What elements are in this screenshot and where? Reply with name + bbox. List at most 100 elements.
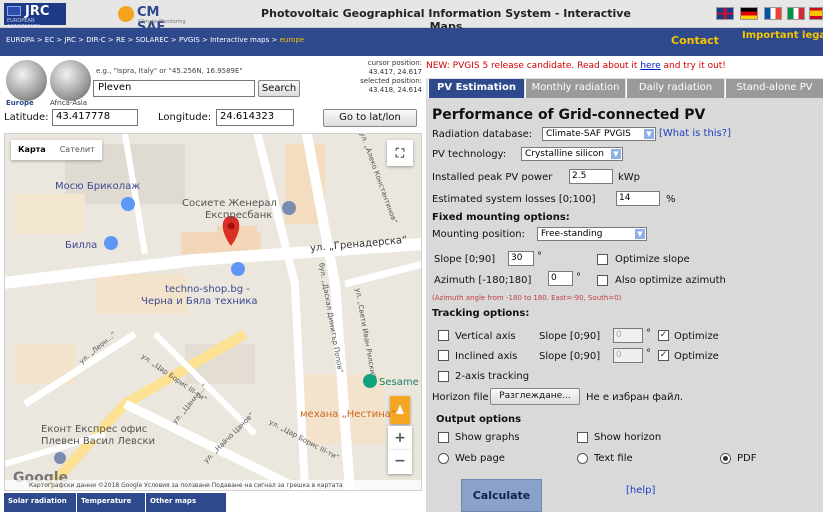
- it-flag-icon[interactable]: [787, 7, 805, 20]
- breadcrumb[interactable]: EUROPA > EC > JRC > DIR-C > RE > SOLAREC…: [6, 36, 304, 44]
- azimuth-input[interactable]: 0: [548, 271, 573, 286]
- europe-link[interactable]: Europe: [6, 99, 34, 107]
- azimuth-label: Azimuth [-180;180]: [434, 275, 532, 286]
- poi-societe-2[interactable]: Експресбанк: [205, 210, 272, 221]
- jrc-logo[interactable]: JRC EUROPEAN COMMISSION: [4, 3, 66, 30]
- poi-mosio[interactable]: Мосю Бриколаж: [55, 181, 140, 192]
- cursor-position-value: 43.417, 24.617: [368, 68, 422, 76]
- search-panel: Europe Africa-Asia e.g., "Ispra, Italy" …: [0, 56, 426, 133]
- pv-tech-select[interactable]: Crystalline silicon ▼: [521, 147, 623, 161]
- place-search-input[interactable]: Pleven: [93, 80, 255, 97]
- office-marker-icon: [54, 452, 66, 464]
- fixed-mounting-heading: Fixed mounting options:: [432, 212, 570, 223]
- losses-input[interactable]: 14: [616, 191, 660, 206]
- losses-unit: %: [666, 194, 676, 205]
- fr-flag-icon[interactable]: [764, 7, 782, 20]
- two-axis-checkbox[interactable]: [438, 371, 449, 382]
- goto-latlon-button[interactable]: Go to lat/lon: [323, 109, 417, 127]
- cart-marker-icon: [104, 236, 118, 250]
- breadcrumb-current[interactable]: europe: [280, 36, 305, 44]
- poi-ekont-1[interactable]: Еконт Експрес офис: [41, 424, 147, 435]
- poi-societe[interactable]: Сосиете Женерал: [182, 198, 277, 209]
- text-file-radio[interactable]: [577, 453, 588, 464]
- pdf-radio[interactable]: [720, 453, 731, 464]
- contact-link[interactable]: Contact: [671, 34, 719, 47]
- africa-asia-globe-icon[interactable]: [50, 60, 91, 101]
- show-graphs-checkbox[interactable]: [438, 432, 449, 443]
- map-type-map[interactable]: Карта: [11, 140, 53, 159]
- inclined-axis-checkbox[interactable]: [438, 350, 449, 361]
- notice-link[interactable]: here: [640, 61, 660, 71]
- uk-flag-icon[interactable]: [716, 7, 734, 20]
- show-horizon-checkbox[interactable]: [577, 432, 588, 443]
- browse-button[interactable]: Разглеждане...: [490, 388, 580, 405]
- web-page-radio[interactable]: [438, 453, 449, 464]
- legal-notice-link[interactable]: Important legal notice: [742, 29, 823, 42]
- slope-input[interactable]: 30: [508, 251, 534, 266]
- map-type-satellite[interactable]: Сателит: [53, 140, 102, 159]
- radiation-db-select[interactable]: Climate-SAF PVGIS ▼: [542, 127, 656, 141]
- help-link[interactable]: [help]: [626, 485, 655, 496]
- vertical-slope-label: Slope [0;90]: [539, 331, 601, 342]
- pv-estimation-form: Performance of Grid-connected PV Radiati…: [426, 98, 823, 512]
- optimize-slope-checkbox[interactable]: [597, 254, 608, 265]
- poi-sesame[interactable]: Sesame: [379, 377, 419, 388]
- longitude-input[interactable]: 24.614323: [216, 109, 294, 126]
- search-button[interactable]: Search: [258, 80, 300, 97]
- optimize-slope-label: Optimize slope: [615, 254, 690, 265]
- calculation-tabs: PV Estimation Monthly radiation Daily ra…: [426, 78, 823, 98]
- map-type-control[interactable]: Карта Сателит: [11, 140, 102, 160]
- nav-bar: EUROPA > EC > JRC > DIR-C > RE > SOLAREC…: [0, 28, 823, 56]
- pv-tech-value: Crystalline silicon: [525, 149, 604, 159]
- mounting-position-label: Mounting position:: [432, 229, 525, 240]
- tracking-heading: Tracking options:: [432, 308, 530, 319]
- poi-ekont-2[interactable]: Плевен Васил Левски: [41, 436, 155, 447]
- de-flag-icon[interactable]: [740, 7, 758, 20]
- inclined-slope-input[interactable]: 0: [613, 348, 643, 363]
- vertical-axis-checkbox[interactable]: [438, 330, 449, 341]
- tab-daily-radiation[interactable]: Daily radiation: [626, 79, 724, 98]
- notice-text: NEW: PVGIS 5 release candidate. Read abo…: [426, 61, 641, 71]
- vertical-slope-input[interactable]: 0: [613, 328, 643, 343]
- release-notice: NEW: PVGIS 5 release candidate. Read abo…: [426, 61, 726, 71]
- tab-temperature[interactable]: Temperature: [77, 493, 145, 512]
- mounting-position-select[interactable]: Free-standing ▼: [537, 227, 647, 241]
- cmsaf-logo[interactable]: CM SAF Climate Monitoring: [118, 3, 190, 35]
- breadcrumb-path[interactable]: EUROPA > EC > JRC > DIR-C > RE > SOLAREC…: [6, 36, 280, 44]
- tab-monthly-radiation[interactable]: Monthly radiation: [525, 79, 625, 98]
- output-options-heading: Output options: [436, 414, 522, 425]
- tab-stand-alone-pv[interactable]: Stand-alone PV: [725, 79, 823, 98]
- vertical-optimize-checkbox[interactable]: ✓: [658, 330, 669, 341]
- top-header: JRC EUROPEAN COMMISSION CM SAF Climate M…: [0, 0, 823, 35]
- map-attribution[interactable]: Картографски данни ©2018 Google Условия …: [5, 480, 421, 490]
- es-flag-icon[interactable]: [809, 7, 823, 20]
- cursor-position-label: cursor position:: [367, 59, 422, 67]
- inclined-slope-degree: °: [646, 348, 651, 359]
- fullscreen-icon[interactable]: ⛶: [387, 140, 413, 166]
- horizon-file-label: Horizon file: [432, 392, 489, 403]
- search-hint: e.g., "Ispra, Italy" or "45.256N, 16.958…: [96, 67, 243, 75]
- optimize-azimuth-checkbox[interactable]: [597, 275, 608, 286]
- poi-mehana[interactable]: механа „Нестина“: [300, 409, 396, 420]
- tab-pv-estimation[interactable]: PV Estimation: [428, 79, 524, 98]
- azimuth-note: (Azimuth angle from -180 to 180. East=-9…: [432, 294, 622, 302]
- zoom-in-button[interactable]: +: [388, 426, 412, 450]
- inclined-slope-label: Slope [0;90]: [539, 351, 601, 362]
- inclined-optimize-checkbox[interactable]: ✓: [658, 350, 669, 361]
- latitude-input[interactable]: 43.417778: [52, 109, 138, 126]
- latitude-label: Latitude:: [4, 112, 49, 123]
- inclined-axis-label: Inclined axis: [455, 351, 518, 362]
- peak-power-input[interactable]: 2.5: [569, 169, 613, 184]
- europe-globe-icon[interactable]: [6, 60, 47, 101]
- what-is-this-link[interactable]: [What is this?]: [659, 128, 731, 139]
- tab-other-maps[interactable]: Other maps: [146, 493, 226, 512]
- calculate-button[interactable]: Calculate: [461, 479, 542, 512]
- zoom-out-button[interactable]: −: [388, 450, 412, 474]
- map-view[interactable]: Карта Сателит ⛶ ♟ + − Мосю Бриколаж Сосие…: [4, 133, 422, 491]
- poi-techno-2[interactable]: Черна и Бяла техника: [141, 296, 258, 307]
- show-graphs-label: Show graphs: [455, 432, 520, 443]
- poi-billa[interactable]: Билла: [65, 240, 97, 251]
- africa-asia-link[interactable]: Africa-Asia: [50, 99, 87, 107]
- tab-solar-radiation[interactable]: Solar radiation: [4, 493, 76, 512]
- poi-techno-1[interactable]: techno-shop.bg -: [165, 284, 250, 295]
